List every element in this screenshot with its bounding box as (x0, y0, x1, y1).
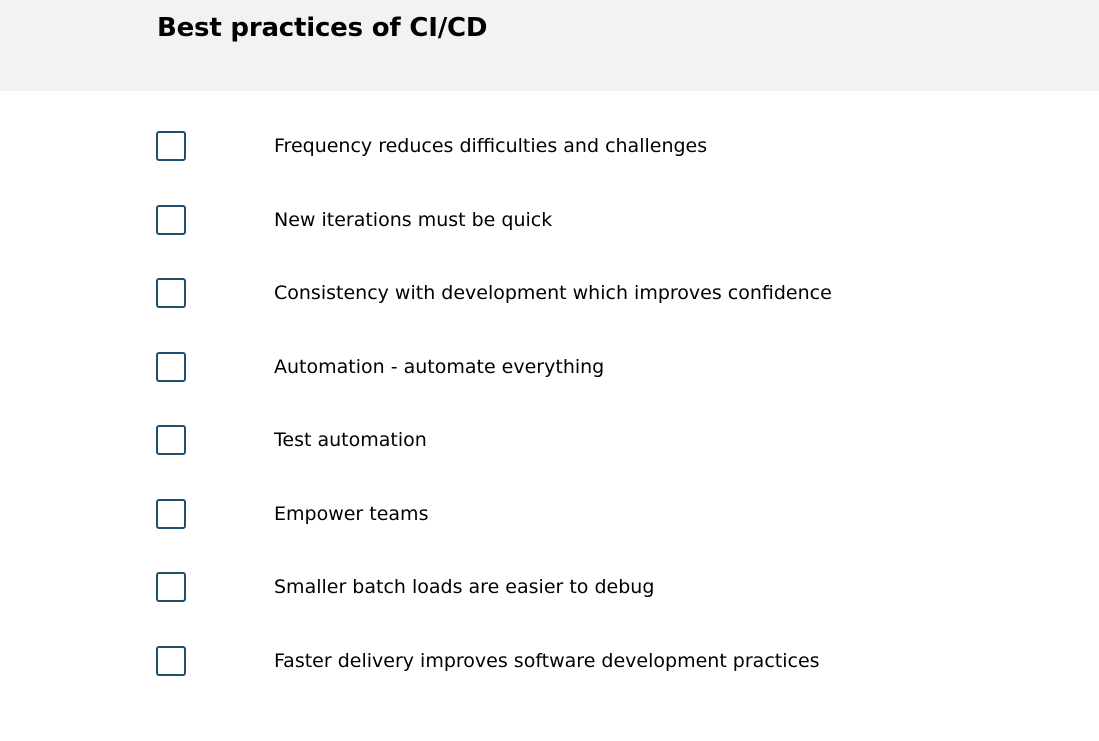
checkbox[interactable] (156, 204, 186, 235)
checklist-item-label: Smaller batch loads are easier to debug (274, 576, 655, 598)
checklist-item-label: Empower teams (274, 502, 429, 525)
page-title: Best practices of CI/CD (157, 13, 488, 43)
checkbox[interactable] (156, 498, 186, 529)
checklist-item-batch-loads[interactable]: Smaller batch loads are easier to debug (0, 551, 1099, 625)
checkbox[interactable] (156, 351, 186, 382)
checklist-item-frequency[interactable]: Frequency reduces difficulties and chall… (0, 110, 1099, 184)
checkbox[interactable] (156, 425, 186, 455)
checklist-item-test-automation[interactable]: Test automation (0, 404, 1099, 478)
checklist-item-iterations[interactable]: New iterations must be quick (0, 184, 1099, 258)
checklist-item-label: Automation - automate everything (274, 355, 605, 378)
checkbox[interactable] (156, 572, 186, 602)
checklist-item-label: Faster delivery improves software develo… (274, 649, 820, 672)
checkbox[interactable] (156, 278, 186, 308)
checkbox[interactable] (156, 645, 186, 676)
checklist-item-consistency[interactable]: Consistency with development which impro… (0, 257, 1099, 331)
page-header: Best practices of CI/CD (0, 0, 1099, 91)
checklist-item-label: New iterations must be quick (274, 208, 553, 231)
checklist-item-label: Consistency with development which impro… (274, 282, 832, 304)
checklist-item-faster-delivery[interactable]: Faster delivery improves software develo… (0, 625, 1099, 699)
checklist: Frequency reduces difficulties and chall… (0, 110, 1099, 698)
checkbox[interactable] (156, 131, 186, 161)
checklist-item-automation[interactable]: Automation - automate everything (0, 331, 1099, 405)
checklist-item-empower-teams[interactable]: Empower teams (0, 478, 1099, 552)
checklist-item-label: Test automation (274, 429, 427, 451)
checklist-item-label: Frequency reduces difficulties and chall… (274, 135, 708, 157)
